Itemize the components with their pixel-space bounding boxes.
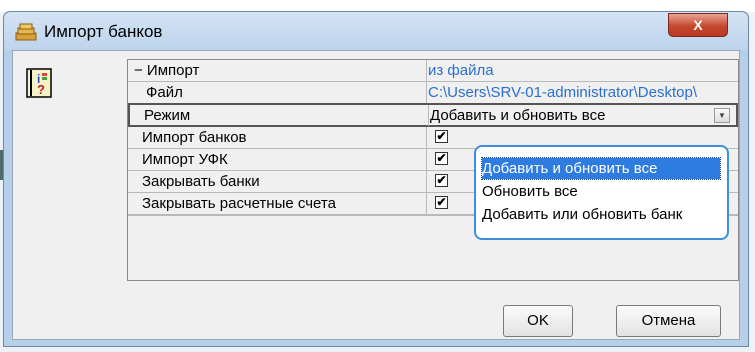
grid-label: Импорт банков: [128, 127, 427, 148]
mode-value: Добавить и обновить все: [430, 107, 606, 124]
grid-value: из файла: [428, 62, 494, 79]
grid-label: Закрывать расчетные счета: [128, 193, 427, 214]
grid-row-file[interactable]: Файл C:\Users\SRV-01-administrator\Deskt…: [128, 82, 738, 104]
grid-label: Режим: [130, 105, 429, 126]
import-banks-checkbox[interactable]: ✔: [435, 130, 448, 143]
close-banks-checkbox[interactable]: ✔: [435, 174, 448, 187]
chevron-down-icon[interactable]: ▼: [714, 108, 730, 123]
cancel-button[interactable]: Отмена: [616, 305, 721, 337]
mode-dropdown-list: Добавить и обновить все Обновить все Доб…: [474, 145, 729, 240]
window-title: Импорт банков: [44, 22, 163, 41]
dropdown-option[interactable]: Добавить или обновить банк: [482, 204, 720, 225]
close-accounts-checkbox[interactable]: ✔: [435, 196, 448, 209]
dropdown-option[interactable]: Добавить и обновить все: [481, 157, 721, 180]
grid-label: Импорт УФК: [128, 149, 427, 170]
title-bar: Импорт банков X: [4, 12, 748, 50]
grid-value: C:\Users\SRV-01-administrator\Desktop\: [428, 84, 697, 101]
grid-row-mode[interactable]: Режим Добавить и обновить все ▼: [128, 103, 738, 127]
close-button[interactable]: X: [668, 13, 728, 37]
close-icon: X: [693, 17, 703, 33]
ok-button[interactable]: OK: [503, 305, 573, 337]
dropdown-option[interactable]: Обновить все: [482, 181, 720, 202]
bank-stack-icon: [15, 23, 37, 41]
info-book-icon: i ?: [26, 68, 52, 98]
grid-label: Закрывать банки: [128, 171, 427, 192]
grid-row-import[interactable]: − Импорт из файла: [128, 60, 738, 82]
grid-label: Файл: [128, 82, 427, 103]
import-ufk-checkbox[interactable]: ✔: [435, 152, 448, 165]
grid-label: − Импорт: [128, 60, 427, 81]
svg-text:?: ?: [37, 82, 45, 97]
